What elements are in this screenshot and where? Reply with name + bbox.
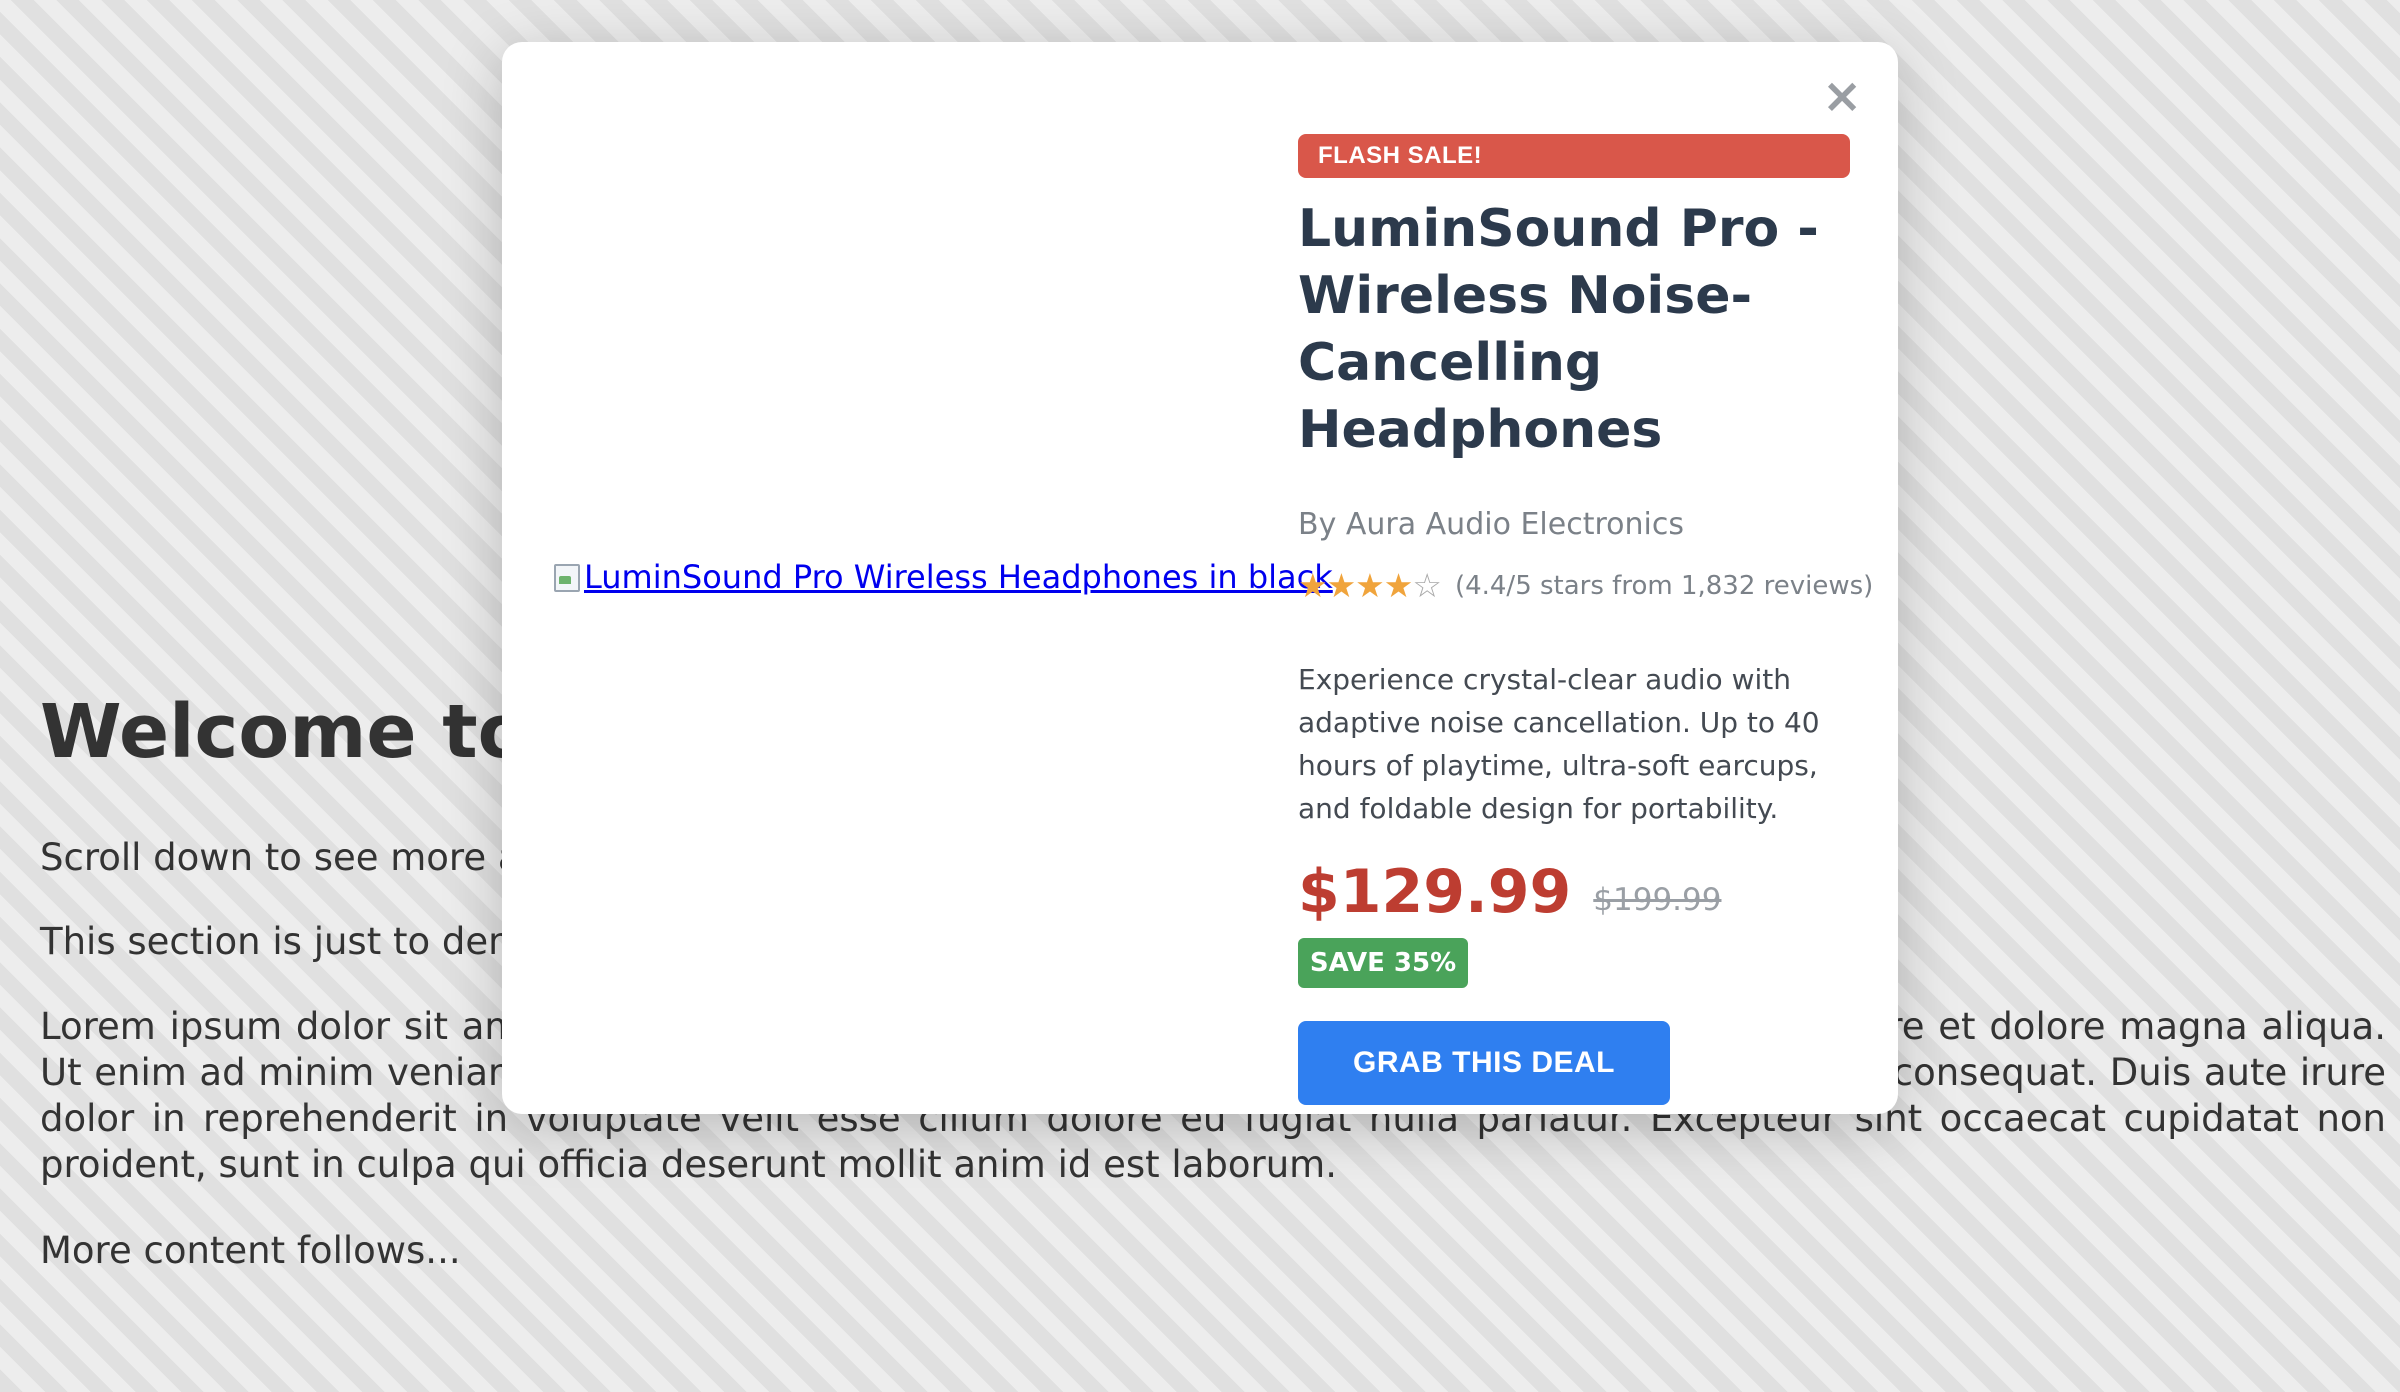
page-heading: Welcome to <box>40 689 529 775</box>
save-badge: SAVE 35% <box>1298 938 1468 988</box>
product-image-area: LuminSound Pro Wireless Headphones in bl… <box>552 97 1333 1057</box>
rating-text: (4.4/5 stars from 1,832 reviews) <box>1454 570 1874 601</box>
star-empty-icon: ☆ <box>1412 566 1442 605</box>
grab-deal-button[interactable]: GRAB THIS DEAL <box>1298 1021 1670 1105</box>
close-icon[interactable]: × <box>1822 72 1862 120</box>
product-description: Experience crystal-clear audio with adap… <box>1298 663 1820 825</box>
price-row: $129.99 $199.99 <box>1298 862 1721 922</box>
demo-paragraph: This section is just to demo <box>40 920 547 963</box>
product-image-alt-text: LuminSound Pro Wireless Headphones in bl… <box>584 558 1333 596</box>
product-title: LuminSound Pro - Wireless Noise-Cancelli… <box>1298 199 1819 460</box>
flash-sale-badge: FLASH SALE! <box>1298 134 1850 178</box>
product-rating: ★★★★☆ (4.4/5 stars from 1,832 reviews) <box>1298 566 1873 605</box>
original-price: $199.99 <box>1593 882 1722 918</box>
product-promo-modal: × LuminSound Pro Wireless Headphones in … <box>502 42 1898 1114</box>
broken-image-icon <box>552 561 582 593</box>
intro-paragraph: Scroll down to see more an <box>40 836 544 879</box>
more-content-paragraph: More content follows... <box>40 1229 461 1272</box>
product-image-link[interactable]: LuminSound Pro Wireless Headphones in bl… <box>552 558 1333 596</box>
rating-stars: ★★★★☆ <box>1298 566 1442 605</box>
product-brand: By Aura Audio Electronics <box>1298 507 1684 542</box>
star-filled-icon: ★★★★ <box>1298 566 1413 605</box>
current-price: $129.99 <box>1298 857 1572 927</box>
